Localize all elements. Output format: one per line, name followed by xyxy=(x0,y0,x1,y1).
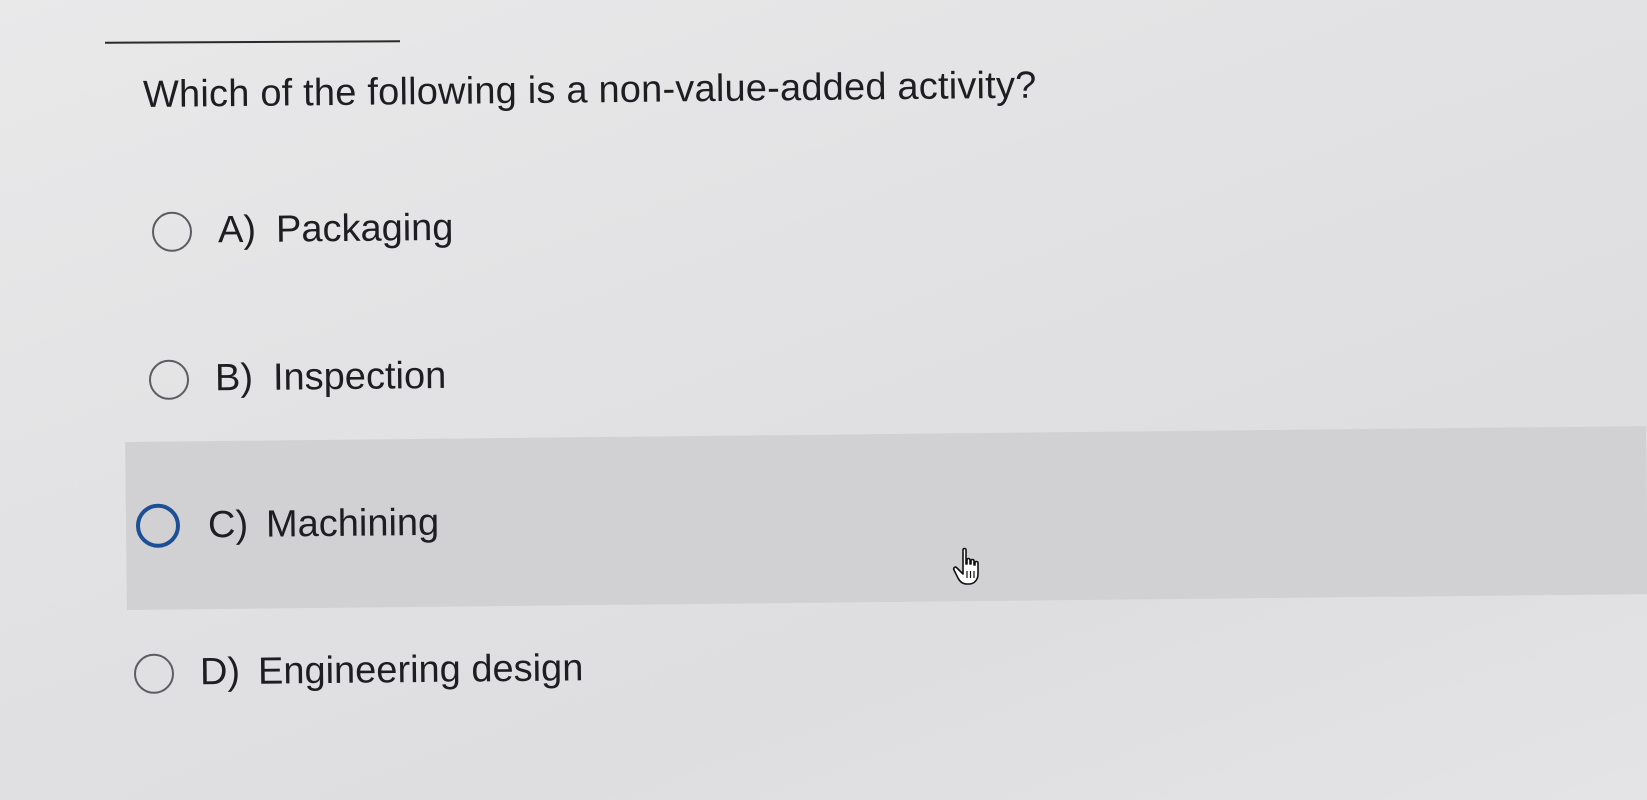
radio-button-icon[interactable] xyxy=(133,653,175,694)
option-c[interactable]: C) Machining xyxy=(135,501,440,548)
radio-button-icon[interactable] xyxy=(135,503,181,548)
option-d-label[interactable]: Engineering design xyxy=(258,647,584,693)
option-a-label[interactable]: Packaging xyxy=(276,207,454,252)
option-c-label[interactable]: Machining xyxy=(266,501,440,546)
option-d-letter: D) xyxy=(199,650,241,694)
option-b-label[interactable]: Inspection xyxy=(273,355,447,400)
hand-pointer-cursor-icon xyxy=(952,547,979,585)
option-d[interactable]: D) Engineering design xyxy=(133,647,584,695)
option-a-letter: A) xyxy=(217,208,257,252)
question-text: Which of the following is a non-value-ad… xyxy=(142,64,1037,116)
option-b[interactable]: B) Inspection xyxy=(148,355,447,401)
option-c-letter: C) xyxy=(207,503,249,546)
option-b-letter: B) xyxy=(214,356,254,400)
divider-line xyxy=(104,40,401,44)
option-a[interactable]: A) Packaging xyxy=(151,207,454,253)
radio-button-icon[interactable] xyxy=(151,211,193,252)
radio-button-icon[interactable] xyxy=(148,359,190,400)
